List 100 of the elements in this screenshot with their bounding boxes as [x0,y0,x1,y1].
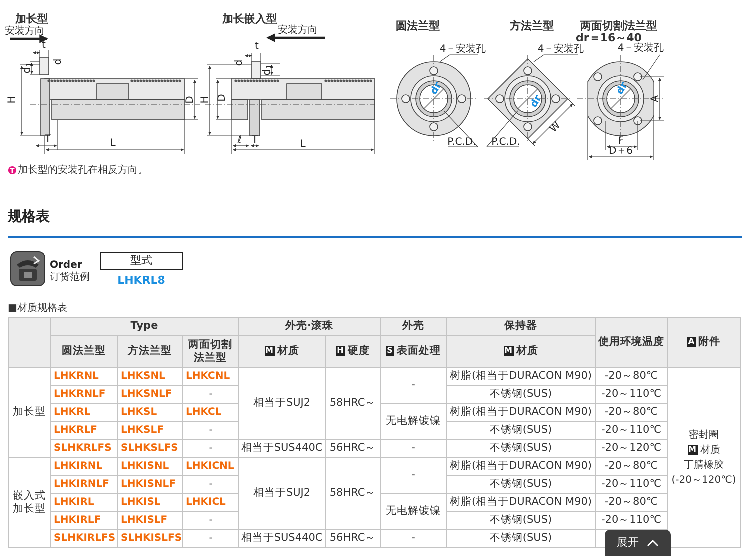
table-cell: 不锈钢(SUS) [446,476,596,494]
table-cell: LHKCL [182,404,239,422]
column-header: 外壳·滚珠 [238,318,381,336]
table-cell: -20～110℃ [596,386,668,404]
letter-badge: S [386,346,394,356]
table-cell: LHKICNL [182,458,239,476]
drawing-title: 圆法兰型 [396,20,440,32]
table-cell: 树脂(相当于DURACON M90) [446,494,596,512]
table-cell: LHKSNLF [118,386,182,404]
table-cell: - [380,530,447,548]
drawing-title: 方法兰型 [510,20,554,32]
table-cell: LHKICL [182,494,239,512]
table-cell: - [182,440,239,458]
table-cell: LHKIRLF [50,512,118,530]
drawing-title: 加长嵌入型 [222,14,278,24]
table-cell: LHKRL [50,404,118,422]
telephone-icon [10,251,46,287]
header-text: 表面处理 [396,345,441,357]
dimension-label: D [218,94,228,102]
direction-label: 安装方向 [278,26,318,36]
dimension-label: H [8,96,18,104]
table-cell: - [182,386,239,404]
dimension-label: dr [530,94,544,110]
table-cell: LHKRNLF [50,386,118,404]
table-cell: 不锈钢(SUS) [446,422,596,440]
dimension-label: 4－安装孔 [440,45,486,55]
dimension-label: D＋6 [608,147,634,157]
table-cell: -20～110℃ [596,476,668,494]
table-cell: - [380,440,447,458]
table-cell: LHKRLF [50,422,118,440]
dimension-label: F [618,137,624,147]
column-header: 保持器 [446,318,596,336]
table-cell: - [182,476,239,494]
table-cell: SLHKSLFS [118,440,182,458]
table-cell: LHKCNL [182,368,239,386]
dimension-label: P.C.D. [492,138,520,148]
direction-arrow [266,34,325,42]
accessory-label: 材质 [700,444,720,456]
dimension-label: dr [616,81,630,97]
drawing-title: 两面切割法兰型 [580,20,658,32]
dimension-label: D [186,96,196,104]
column-header: 圆法兰型 [50,336,118,368]
table-cell: LHKSNL [118,368,182,386]
accessory-range: (-20～120℃) [670,474,738,488]
accessory-material: 丁腈橡胶 [683,458,726,472]
dimension-label: ℓ [238,136,242,146]
table-cell: SLHKISLFS [118,530,182,548]
table-cell: LHKISL [118,494,182,512]
table-cell: -20～80℃ [596,494,668,512]
table-cell: 56HRC～ [326,440,381,458]
column-header: 方法兰型 [118,336,182,368]
table-cell: 树脂(相当于DURACON M90) [446,458,596,476]
section-title: 规格表 [8,208,51,227]
letter-badge: A [687,337,696,347]
dimension-label: H [201,96,211,104]
table-cell: 相当于SUJ2 [238,368,326,440]
table-cell: LHKRNL [50,368,118,386]
table-cell: 不锈钢(SUS) [446,386,596,404]
dimension-label: t [255,42,259,52]
table-cell: SLHKRLFS [50,440,118,458]
table-cell: 相当于SUS440C [238,440,326,458]
table-cell: - [182,512,239,530]
table-cell: -20～110℃ [596,512,668,530]
table-cell: 58HRC～ [326,368,381,440]
table-cell: LHKISNLF [118,476,182,494]
dimension-label: T [252,136,258,146]
table-cell: 不锈钢(SUS) [446,512,596,530]
table-cell: 不锈钢(SUS) [446,530,596,548]
table-cell: LHKSL [118,404,182,422]
letter-badge: M [688,444,698,454]
header-text: 附件 [698,336,721,348]
table-cell: 56HRC～ [326,530,381,548]
column-header: 使用环境温度 [596,318,668,368]
table-cell: 相当于SUS440C [238,530,326,548]
table-cell: - [380,368,447,404]
header-text: 材质 [516,345,538,357]
table-cell: LHKSLF [118,422,182,440]
table-cell: LHKIRNL [50,458,118,476]
dimension-label: P.C.D. [448,138,476,148]
table-cell: LHKISNL [118,458,182,476]
table-title: ■材质规格表 [8,303,68,315]
dimension-label: L [110,139,116,149]
note-text: 加长型的安装孔在相反方向。 [18,164,148,178]
table-cell: 无电解镀镍 [380,494,447,530]
header-text: 材质 [278,345,300,357]
expand-button[interactable]: 展开 [605,530,671,556]
column-header: 两面切割法兰型 [182,336,239,368]
drawing-subtitle: dr＝16～40 [576,32,642,44]
dimension-label: t [42,41,46,51]
table-cell: - [182,530,239,548]
dimension-label: A [651,96,661,102]
accessory-name: 密封圈 [688,428,720,442]
table-cell: 相当于SUJ2 [238,458,326,530]
table-cell: - [182,422,239,440]
order-label: Order [50,260,84,272]
note-icon [8,166,17,175]
table-cell: -20～80℃ [596,458,668,476]
table-cell: -20～110℃ [596,422,668,440]
drawing-title: 加长型 [16,14,48,24]
table-cell: - [380,458,447,494]
